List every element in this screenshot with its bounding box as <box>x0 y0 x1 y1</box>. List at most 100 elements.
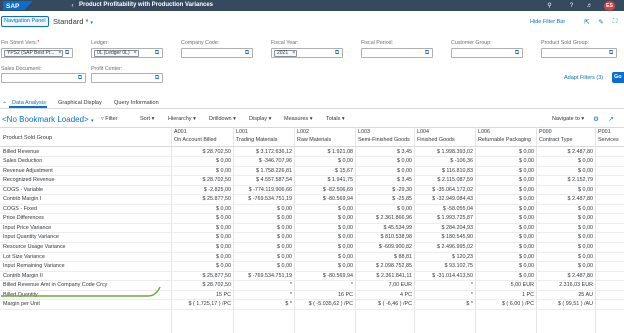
table-cell[interactable]: $ 0,00 <box>537 234 593 240</box>
table-cell[interactable]: * <box>234 282 292 288</box>
table-cell[interactable]: $ 1.921,08 <box>295 149 353 155</box>
table-cell[interactable]: 16 PC <box>295 292 353 298</box>
display-menu[interactable]: Display ▾ <box>249 116 271 122</box>
share-icon[interactable]: ⇱ <box>583 18 591 26</box>
table-cell[interactable]: $ 0,00 <box>172 168 231 174</box>
table-cell[interactable]: $ 0,00 <box>476 254 534 260</box>
product-sold-group-input[interactable]: ⧉ <box>541 48 617 58</box>
row-label[interactable]: Billed Revenue <box>3 149 39 155</box>
table-cell[interactable]: $ 3.172.636,12 <box>234 149 292 155</box>
table-cell[interactable]: $ -769.534.751,19 <box>234 273 292 279</box>
fin-stmnt-input[interactable]: YPS2 (SAP Best Pr... × ⧉ <box>1 48 73 58</box>
customer-group-input[interactable]: ⧉ <box>451 48 523 58</box>
table-cell[interactable]: $ 0,00 <box>172 215 231 221</box>
table-cell[interactable]: $ * <box>234 301 292 307</box>
table-cell[interactable]: $ 810.538,98 <box>356 234 412 240</box>
row-label[interactable]: Contrib Margin II <box>3 273 43 279</box>
table-cell[interactable]: $ 2.496.995,02 <box>415 244 473 250</box>
token-remove-icon[interactable]: × <box>292 50 295 57</box>
hierarchy-menu[interactable]: Hierarchy ▾ <box>168 116 196 122</box>
table-cell[interactable]: $ -106,36 <box>415 158 473 164</box>
tab-query-information[interactable]: Query Information <box>114 100 159 106</box>
table-cell[interactable]: $ 0,00 <box>172 254 231 260</box>
table-cell[interactable]: $ 2.487,80 <box>537 196 593 202</box>
row-label[interactable]: Price Differences <box>3 215 44 221</box>
table-cell[interactable]: $ 0,00 <box>172 263 231 269</box>
table-cell[interactable]: 7,00 EUR <box>356 282 412 288</box>
table-cell[interactable]: $ -31.014.413,50 <box>415 273 473 279</box>
tab-graphical-display[interactable]: Graphical Display <box>58 100 102 106</box>
table-cell[interactable]: $ 25.877,50 <box>172 196 231 202</box>
row-header-label[interactable]: Product Sold Group <box>3 135 52 141</box>
navigate-to-menu[interactable]: Navigate to ▾ <box>552 116 584 122</box>
row-label[interactable]: Lot Size Variance <box>3 254 45 260</box>
value-help-icon[interactable]: ⧉ <box>153 75 161 82</box>
column-header-name[interactable]: Raw Materials <box>297 137 355 143</box>
value-help-icon[interactable]: ⧉ <box>153 50 161 57</box>
row-label[interactable]: Sales Deduction <box>3 158 42 164</box>
table-cell[interactable]: $ 0,00 <box>234 215 292 221</box>
row-label[interactable]: COGS - Fixed <box>3 206 37 212</box>
table-cell[interactable]: $ 2.361.866,96 <box>356 215 412 221</box>
table-cell[interactable]: $ 284.204,93 <box>415 225 473 231</box>
table-cell[interactable]: * <box>415 292 473 298</box>
table-cell[interactable]: $ 0,00 <box>295 215 353 221</box>
table-cell[interactable]: $ -32.949.084,43 <box>415 196 473 202</box>
table-cell[interactable]: $ -80.569,94 <box>295 273 353 279</box>
table-cell[interactable]: $ 0,00 <box>234 234 292 240</box>
company-code-input[interactable]: ⧉ <box>181 48 253 58</box>
value-help-icon[interactable]: ⧉ <box>423 50 431 57</box>
table-cell[interactable]: $ 2.487,80 <box>537 149 593 155</box>
row-label[interactable]: Input Remaining Variance <box>3 263 65 269</box>
table-cell[interactable]: $ 180.545,90 <box>415 234 473 240</box>
column-header-name[interactable]: Finished Goods <box>417 137 475 143</box>
table-cell[interactable]: $ ( 1.725,17 ) /PC <box>172 301 231 307</box>
table-cell[interactable]: $ -82.506,69 <box>295 187 353 193</box>
table-cell[interactable]: $ ( 6,00 ) /PC <box>476 301 534 307</box>
table-cell[interactable]: $ 0,00 <box>476 149 534 155</box>
table-cell[interactable]: $ 2.152,79 <box>537 177 593 183</box>
table-cell[interactable]: $ 0,00 <box>476 206 534 212</box>
value-help-icon[interactable]: ⧉ <box>513 50 521 57</box>
table-cell[interactable]: * <box>415 282 473 288</box>
row-label[interactable]: Resource Usage Variance <box>3 244 66 250</box>
table-cell[interactable]: $ ( -5.035,62 ) /PC <box>295 301 353 307</box>
table-cell[interactable]: $ 0,00 <box>537 254 593 260</box>
app-title[interactable]: Product Profitability with Production Va… <box>79 2 213 8</box>
measures-menu[interactable]: Measures ▾ <box>284 116 312 122</box>
table-cell[interactable]: $ 45.534,99 <box>356 225 412 231</box>
drilldown-menu[interactable]: Drilldown ▾ <box>209 116 236 122</box>
ledger-token[interactable]: 0L (Ledger 0L) × <box>94 50 139 57</box>
column-header-code[interactable]: L006 <box>478 129 536 135</box>
table-cell[interactable]: $ 0,00 <box>476 158 534 164</box>
table-cell[interactable]: $ ( 99,51 ) /AU <box>537 301 593 307</box>
go-button[interactable]: Go <box>612 72 624 83</box>
token-remove-icon[interactable]: × <box>59 50 62 57</box>
table-cell[interactable]: $ 0,00 <box>172 158 231 164</box>
user-avatar[interactable]: ES <box>604 0 615 11</box>
edit-icon[interactable]: ✎ <box>597 18 605 26</box>
table-cell[interactable]: $ -80.569,94 <box>295 196 353 202</box>
table-cell[interactable]: $ 2.487,80 <box>537 273 593 279</box>
table-cell[interactable]: $ 0,00 <box>234 206 292 212</box>
table-cell[interactable]: 25 AU <box>537 292 593 298</box>
table-cell[interactable]: $ 0,00 <box>295 158 353 164</box>
fin-stmnt-token[interactable]: YPS2 (SAP Best Pr... × <box>4 50 64 57</box>
table-cell[interactable]: $ 0,00 <box>537 215 593 221</box>
table-cell[interactable]: $ 88,81 <box>356 254 412 260</box>
table-cell[interactable]: $ 0,00 <box>356 206 412 212</box>
table-cell[interactable]: $ 93.102,75 <box>415 263 473 269</box>
table-cell[interactable]: $ -769.534.751,19 <box>234 196 292 202</box>
table-cell[interactable]: $ -35.064.172,02 <box>415 187 473 193</box>
table-cell[interactable]: $ 0,00 <box>172 234 231 240</box>
table-cell[interactable]: 2.316,03 EUR <box>537 282 593 288</box>
table-cell[interactable]: $ * <box>415 301 473 307</box>
table-cell[interactable]: $ -774.119.906,66 <box>234 187 292 193</box>
column-header-code[interactable]: L001 <box>236 129 294 135</box>
table-cell[interactable]: $ -346.707,96 <box>234 158 292 164</box>
table-cell[interactable]: $ ( -6,46 ) /PC <box>356 301 412 307</box>
table-cell[interactable]: $ 0,00 <box>537 158 593 164</box>
totals-menu[interactable]: Totals ▾ <box>326 116 345 122</box>
fiscal-period-input[interactable]: ⧉ <box>361 48 433 58</box>
column-header-name[interactable]: Semi-Finished Goods <box>358 137 414 143</box>
